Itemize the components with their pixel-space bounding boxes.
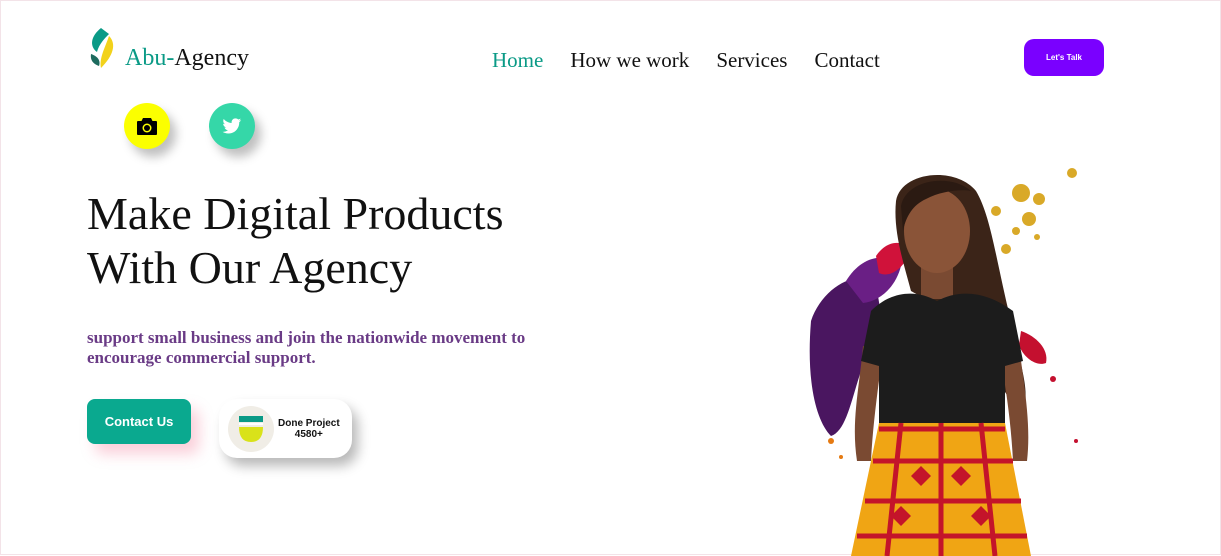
hero-title-line-1: Make Digital Products xyxy=(87,188,504,239)
nav-item-how-we-work[interactable]: How we work xyxy=(570,48,689,73)
brand-logo[interactable]: Abu-Agency xyxy=(87,26,249,70)
brand-prefix: Abu- xyxy=(125,45,175,71)
done-project-count: 4580+ xyxy=(294,428,323,440)
done-project-label: Done Project xyxy=(278,417,340,429)
done-project-text: Done Project 4580+ xyxy=(278,418,340,440)
brand-suffix: Agency xyxy=(174,45,249,71)
hero-title: Make Digital Products With Our Agency xyxy=(87,187,504,295)
camera-icon xyxy=(137,118,157,135)
twitter-icon xyxy=(222,117,242,133)
twitter-social-button[interactable] xyxy=(209,103,255,149)
done-project-card: Done Project 4580+ xyxy=(219,399,352,458)
nav-item-contact[interactable]: Contact xyxy=(814,48,879,73)
nav-item-services[interactable]: Services xyxy=(716,48,787,73)
lets-talk-button[interactable]: Let's Talk xyxy=(1024,39,1104,76)
brand-name: Abu-Agency xyxy=(125,46,249,70)
hero-woman-image xyxy=(809,168,1078,556)
contact-us-button[interactable]: Contact Us xyxy=(87,399,191,444)
nav-item-home[interactable]: Home xyxy=(492,48,543,73)
done-project-badge xyxy=(228,405,274,452)
project-badge-icon xyxy=(239,415,263,442)
hero-title-line-2: With Our Agency xyxy=(87,242,413,293)
hero-subtitle: support small business and join the nati… xyxy=(87,328,526,367)
logo-mark-icon xyxy=(90,28,114,68)
main-nav: Home How we work Services Contact xyxy=(492,48,880,73)
camera-social-button[interactable] xyxy=(124,103,170,149)
